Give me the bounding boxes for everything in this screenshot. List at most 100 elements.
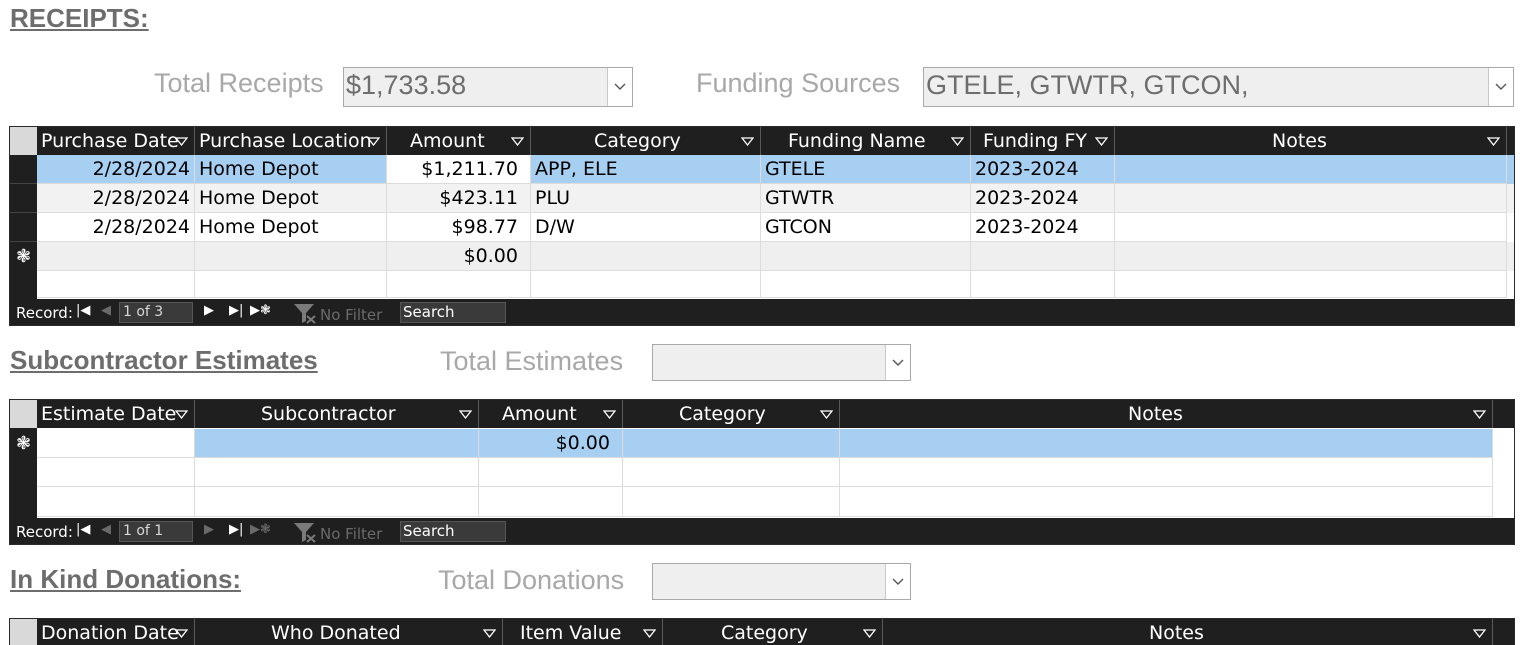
cell-funding-fy[interactable] [971, 242, 1115, 271]
cell-funding-name[interactable] [761, 242, 971, 271]
col-category[interactable]: Category [663, 619, 883, 645]
cell-notes[interactable] [1115, 213, 1507, 242]
cell-notes[interactable] [1115, 242, 1507, 271]
cell-funding-fy[interactable]: 2023-2024 [971, 213, 1115, 242]
triangle-down-icon[interactable] [951, 137, 964, 146]
cell-amount[interactable]: $423.11 [387, 184, 531, 213]
col-purchase-location[interactable]: Purchase Location [195, 127, 387, 155]
col-donation-date[interactable]: Donation Date [37, 619, 195, 645]
select-all-corner[interactable] [10, 127, 37, 155]
asterisk-icon[interactable]: ❃ [10, 242, 37, 271]
cell-category[interactable]: D/W [531, 213, 761, 242]
cell-funding-name[interactable]: GTWTR [761, 184, 971, 213]
cell-notes[interactable] [840, 429, 1493, 458]
select-all-corner[interactable] [10, 619, 37, 645]
triangle-down-icon[interactable] [1487, 137, 1500, 146]
triangle-down-icon[interactable] [1095, 137, 1108, 146]
cell-category[interactable] [623, 429, 840, 458]
cell-purchase-location[interactable]: Home Depot [195, 213, 387, 242]
cell-amount[interactable]: $98.77 [387, 213, 531, 242]
new-record-row[interactable]: $0.00 [37, 242, 1514, 271]
cell-funding-name[interactable]: GTCON [761, 213, 971, 242]
cell-amount[interactable]: $0.00 [387, 242, 531, 271]
record-position-input[interactable]: 1 of 3 [119, 302, 193, 323]
cell-funding-name[interactable]: GTELE [761, 155, 971, 184]
col-category[interactable]: Category [623, 400, 840, 428]
cell-purchase-date[interactable] [37, 242, 195, 271]
triangle-down-icon[interactable] [175, 629, 188, 638]
col-amount[interactable]: Amount [479, 400, 623, 428]
table-row[interactable]: 2/28/2024 Home Depot $423.11 PLU GTWTR 2… [37, 184, 1514, 213]
triangle-down-icon[interactable] [863, 629, 876, 638]
col-estimate-date[interactable]: Estimate Date [37, 400, 195, 428]
cell-purchase-location[interactable]: Home Depot [195, 184, 387, 213]
triangle-down-icon[interactable] [603, 410, 616, 419]
cell-amount[interactable]: $1,211.70 [387, 155, 531, 184]
filter-toggle[interactable]: No Filter [290, 519, 400, 544]
last-record-icon[interactable]: ▶| [229, 522, 243, 537]
table-row[interactable]: 2/28/2024 Home Depot $98.77 D/W GTCON 20… [37, 213, 1514, 242]
first-record-icon[interactable]: |◀ [76, 522, 90, 537]
triangle-down-icon[interactable] [820, 410, 833, 419]
col-funding-name[interactable]: Funding Name [761, 127, 971, 155]
select-all-corner[interactable] [10, 400, 37, 428]
triangle-down-icon[interactable] [175, 137, 188, 146]
cell-subcontractor[interactable] [195, 429, 479, 458]
chevron-down-icon[interactable] [885, 564, 910, 599]
col-funding-fy[interactable]: Funding FY [971, 127, 1115, 155]
cell-purchase-date[interactable]: 2/28/2024 [37, 184, 195, 213]
total-receipts-combo[interactable]: $1,733.58 [343, 67, 633, 107]
triangle-down-icon[interactable] [643, 629, 656, 638]
search-input[interactable]: Search [400, 521, 506, 542]
col-notes[interactable]: Notes [1115, 127, 1507, 155]
funding-sources-combo[interactable]: GTELE, GTWTR, GTCON, [923, 67, 1514, 107]
cell-purchase-location[interactable]: Home Depot [195, 155, 387, 184]
col-category[interactable]: Category [531, 127, 761, 155]
col-purchase-date[interactable]: Purchase Date [37, 127, 195, 155]
cell-notes[interactable] [1115, 184, 1507, 213]
total-estimates-combo[interactable] [652, 344, 911, 381]
cell-funding-fy[interactable]: 2023-2024 [971, 155, 1115, 184]
table-row[interactable]: 2/28/2024 Home Depot $1,211.70 APP, ELE … [37, 155, 1514, 184]
asterisk-icon[interactable]: ❃ [10, 429, 37, 458]
total-donations-combo[interactable] [652, 563, 911, 600]
triangle-down-icon[interactable] [483, 629, 496, 638]
triangle-down-icon[interactable] [511, 137, 524, 146]
search-input[interactable]: Search [400, 302, 506, 323]
cell-purchase-date[interactable]: 2/28/2024 [37, 155, 195, 184]
cell-funding-fy[interactable]: 2023-2024 [971, 184, 1115, 213]
chevron-down-icon[interactable] [607, 68, 632, 106]
record-position-input[interactable]: 1 of 1 [119, 521, 193, 542]
record-selector[interactable] [10, 213, 37, 242]
cell-estimate-date[interactable] [37, 429, 195, 458]
col-item-value[interactable]: Item Value [503, 619, 663, 645]
triangle-down-icon[interactable] [459, 410, 472, 419]
col-notes[interactable]: Notes [883, 619, 1493, 645]
record-selector[interactable] [10, 155, 37, 184]
chevron-down-icon[interactable] [885, 345, 910, 380]
last-record-icon[interactable]: ▶| [229, 303, 243, 318]
triangle-down-icon[interactable] [1473, 629, 1486, 638]
cell-category[interactable] [531, 242, 761, 271]
next-record-icon[interactable]: ▶ [204, 522, 214, 537]
previous-record-icon[interactable]: ◀ [101, 522, 111, 537]
col-amount[interactable]: Amount [387, 127, 531, 155]
new-record-nav-icon[interactable]: ▶❃ [250, 522, 271, 537]
filter-toggle[interactable]: No Filter [290, 300, 400, 325]
previous-record-icon[interactable]: ◀ [101, 303, 111, 318]
triangle-down-icon[interactable] [1473, 410, 1486, 419]
cell-category[interactable]: PLU [531, 184, 761, 213]
first-record-icon[interactable]: |◀ [76, 303, 90, 318]
triangle-down-icon[interactable] [367, 137, 380, 146]
cell-category[interactable]: APP, ELE [531, 155, 761, 184]
triangle-down-icon[interactable] [175, 410, 188, 419]
cell-purchase-location[interactable] [195, 242, 387, 271]
new-record-row[interactable]: $0.00 [37, 429, 1514, 458]
chevron-down-icon[interactable] [1488, 68, 1513, 106]
col-subcontractor[interactable]: Subcontractor [195, 400, 479, 428]
next-record-icon[interactable]: ▶ [204, 303, 214, 318]
triangle-down-icon[interactable] [741, 137, 754, 146]
cell-amount[interactable]: $0.00 [479, 429, 623, 458]
col-notes[interactable]: Notes [840, 400, 1493, 428]
record-selector[interactable] [10, 184, 37, 213]
